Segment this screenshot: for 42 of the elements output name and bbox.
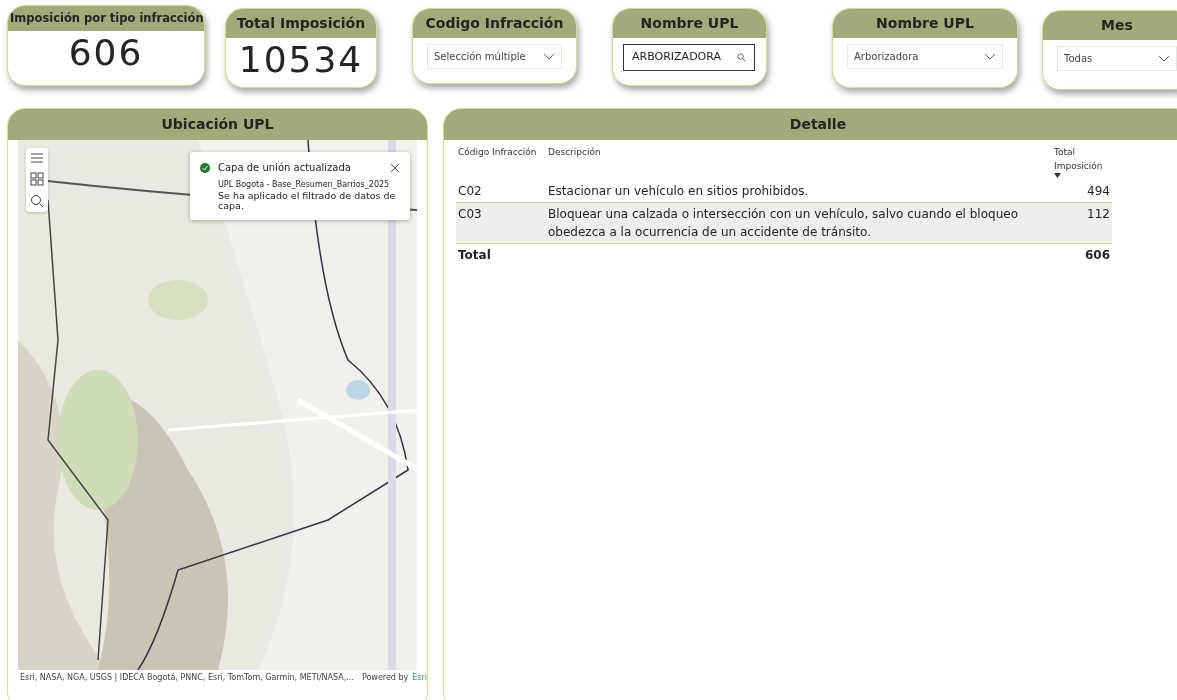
esri-link[interactable]: Esri [412, 672, 427, 684]
column-header[interactable]: Código Infracción [458, 147, 537, 157]
dropdown[interactable]: Arborizadora [847, 44, 1003, 69]
sort-descending-icon[interactable] [1054, 173, 1061, 178]
notification-title: Capa de unión actualizada [218, 161, 351, 175]
card-title: Nombre UPL [833, 9, 1017, 38]
powered-by-text: Powered by [361, 672, 409, 684]
column-header[interactable]: Total Imposición [1054, 146, 1110, 173]
kpi-value: 606 [67, 31, 145, 76]
total-value: 606 [1084, 248, 1110, 262]
description-cell: Bloquear una calzada o intersección con un vehículo, salvo cuando el bloqueo obedezca a la ocurrencia de un accidente de tránsito. [548, 207, 1018, 239]
card-title: Mes [1043, 11, 1177, 40]
panel-title: Detalle [444, 109, 1177, 140]
layer-name: UPL Bogota - Base_Resumen_Barrios_2025 [218, 179, 391, 191]
card-title: Codigo Infracción [413, 9, 576, 38]
dropdown[interactable]: Todas [1057, 46, 1177, 71]
dropdown[interactable]: Selección múltiple [427, 44, 562, 69]
search-field[interactable]: ARBORIZADORA [623, 44, 755, 71]
search-icon[interactable] [30, 194, 44, 208]
attribution-text: Esri, NASA, NGA, USGS | IDECA Bogotá, PNNC, Esri, TomTom, Garmin, METI/NASA,... [20, 672, 354, 684]
code-cell: C02 [458, 184, 482, 198]
column-header[interactable]: Descripción [548, 147, 601, 157]
close-icon[interactable] [390, 162, 400, 173]
chevron-down-icon [543, 52, 555, 61]
menu-icon[interactable] [30, 152, 44, 164]
total-cell: 112 [1087, 207, 1110, 221]
grid-icon[interactable] [30, 172, 44, 186]
panel-title: Ubicación UPL [8, 109, 427, 140]
chevron-down-icon [984, 52, 996, 61]
chevron-down-icon [1158, 54, 1170, 63]
kpi-value: 10534 [237, 38, 365, 82]
card-title: Nombre UPL [613, 9, 766, 38]
total-label: Total [458, 248, 491, 262]
table-row[interactable]: C02 Estacionar un vehículo en sitios prohibidos. 494 [456, 180, 1112, 203]
code-cell: C03 [458, 207, 482, 221]
notification-message: Se ha aplicado el filtrado de datos de capa. [218, 191, 397, 212]
card-title: Imposición por tipo infracción [8, 6, 204, 32]
total-cell: 494 [1087, 184, 1110, 198]
search-icon [737, 52, 746, 62]
card-title: Total Imposición [226, 9, 376, 38]
check-circle-icon [200, 162, 210, 173]
description-cell: Estacionar un vehículo en sitios prohibidos. [548, 184, 809, 198]
